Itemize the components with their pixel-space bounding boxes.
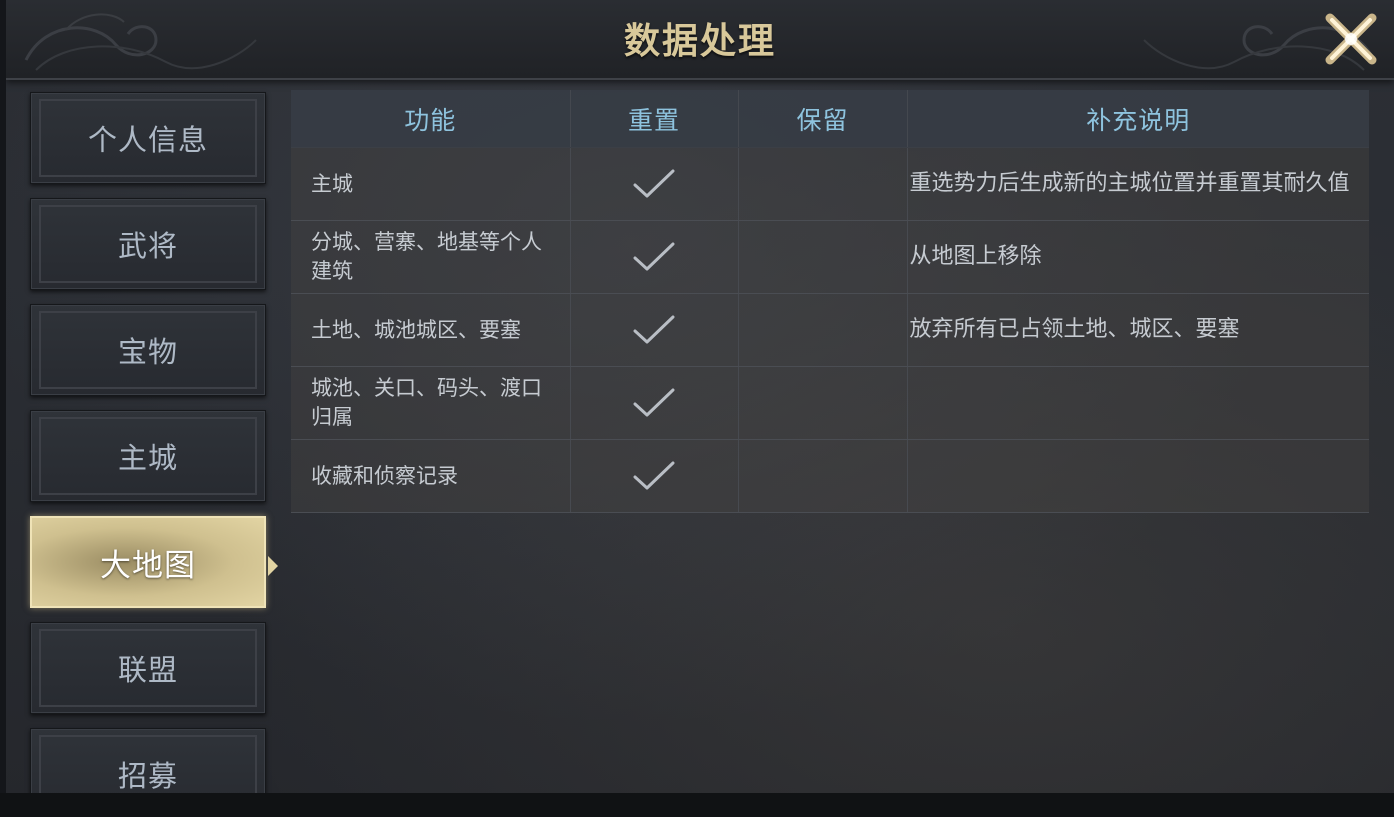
column-header-keep: 保留: [738, 90, 908, 148]
sidebar-item-label: 联盟: [117, 653, 178, 687]
check-icon: [632, 315, 676, 344]
sidebar-item-label: 招募: [117, 759, 178, 793]
cell-keep: [738, 220, 908, 294]
cell-note: [907, 439, 1369, 513]
cell-keep: [738, 366, 908, 440]
cell-note: 从地图上移除: [907, 220, 1369, 294]
sidebar-item-alliance[interactable]: 联盟: [30, 622, 266, 714]
page-title: 数据处理: [623, 21, 776, 62]
sidebar-item-world-map[interactable]: 大地图: [30, 516, 278, 608]
sidebar-item-personal-info[interactable]: 个人信息: [30, 92, 266, 184]
cell-reset: [570, 220, 739, 294]
cell-function: 主城: [291, 147, 571, 221]
cell-note: 放弃所有已占领土地、城区、要塞: [907, 293, 1369, 367]
check-icon: [632, 461, 676, 490]
cell-reset: [570, 147, 739, 221]
column-header-reset: 重置: [570, 90, 739, 148]
table-row: 土地、城池城区、要塞 放弃所有已占领土地、城区、要塞: [291, 293, 1369, 367]
close-icon[interactable]: [1322, 10, 1380, 68]
table-row: 收藏和侦察记录: [291, 439, 1369, 513]
data-table-container: 功能 重置 保留 补充说明 主城 重选势力后生成新的主城位置并重置其耐久值 分城、营…: [291, 90, 1369, 513]
column-header-notes: 补充说明: [907, 90, 1369, 148]
data-table: 功能 重置 保留 补充说明 主城 重选势力后生成新的主城位置并重置其耐久值 分城、营…: [291, 90, 1369, 513]
sidebar-item-label: 大地图: [100, 547, 196, 584]
active-pointer-icon: [268, 556, 278, 576]
check-icon: [632, 242, 676, 271]
check-icon: [632, 169, 676, 198]
column-header-function: 功能: [291, 90, 571, 148]
sidebar-item-label: 主城: [117, 441, 178, 475]
cell-keep: [738, 439, 908, 513]
table-row: 主城 重选势力后生成新的主城位置并重置其耐久值: [291, 147, 1369, 221]
cell-function: 收藏和侦察记录: [291, 439, 571, 513]
cell-keep: [738, 147, 908, 221]
sidebar-item-treasures[interactable]: 宝物: [30, 304, 266, 396]
dialog-header: 数据处理: [6, 0, 1394, 80]
sidebar-item-label: 武将: [117, 229, 178, 263]
bottom-strip: [0, 793, 1394, 817]
sidebar-item-generals[interactable]: 武将: [30, 198, 266, 290]
cell-reset: [570, 439, 739, 513]
cell-reset: [570, 293, 739, 367]
cell-keep: [738, 293, 908, 367]
cell-note: [907, 366, 1369, 440]
cell-function: 城池、关口、码头、渡口归属: [291, 366, 571, 440]
cell-function: 土地、城池城区、要塞: [291, 293, 571, 367]
cell-note: 重选势力后生成新的主城位置并重置其耐久值: [907, 147, 1369, 221]
table-row: 分城、营寨、地基等个人建筑 从地图上移除: [291, 220, 1369, 294]
cell-function: 分城、营寨、地基等个人建筑: [291, 220, 571, 294]
sidebar-item-label: 个人信息: [87, 123, 208, 157]
sidebar-item-main-city[interactable]: 主城: [30, 410, 266, 502]
sidebar-item-label: 宝物: [117, 335, 178, 369]
check-icon: [632, 388, 676, 417]
data-processing-dialog: 数据处理 个人信息 武将 宝物 主城 大地图 联盟 招募 功能 重置 保留 补充…: [6, 0, 1394, 811]
table-header-row: 功能 重置 保留 补充说明: [291, 90, 1369, 148]
cell-reset: [570, 366, 739, 440]
table-row: 城池、关口、码头、渡口归属: [291, 366, 1369, 440]
